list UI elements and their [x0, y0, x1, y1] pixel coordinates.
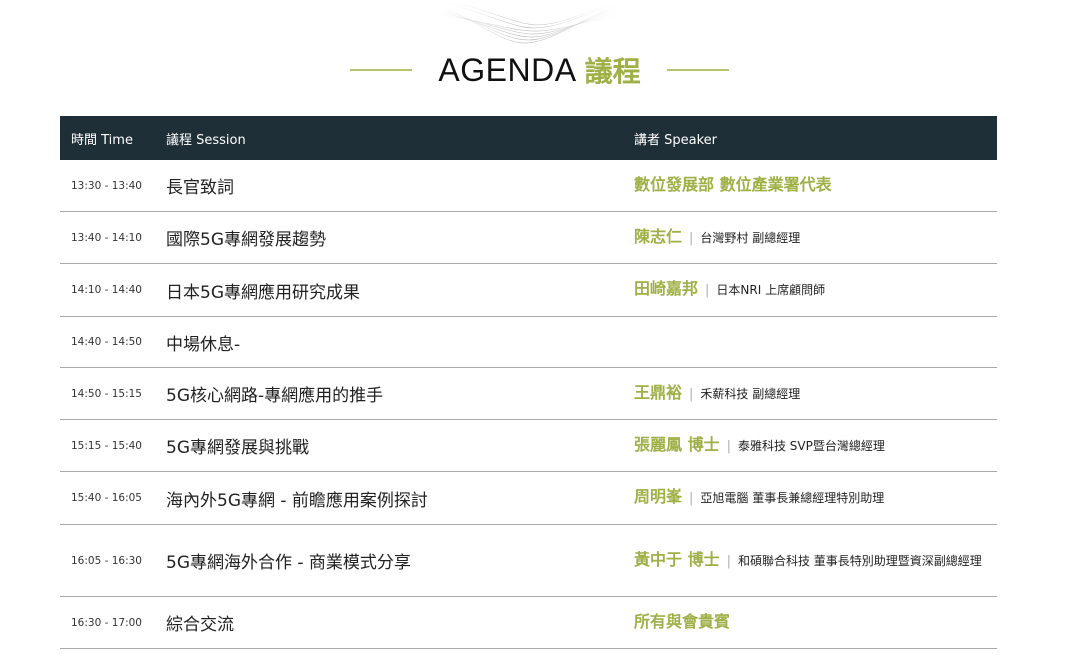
- table-row: 13:40 - 14:10 國際5G專網發展趨勢 陳志仁 | 台灣野村 副總經理: [60, 212, 997, 264]
- speaker-title: 和碩聯合科技 董事長特別助理暨資深副總經理: [737, 553, 982, 568]
- row-session: 中場休息-: [166, 334, 241, 355]
- row-session: 綜合交流: [166, 615, 234, 635]
- speaker-name: 黃中于 博士: [634, 549, 720, 569]
- row-speaker: 陳志仁 | 台灣野村 副總經理: [634, 227, 997, 249]
- speaker-name: 周明峯: [634, 487, 683, 506]
- header-speaker: 講者 Speaker: [634, 132, 718, 148]
- row-time: 16:30 - 17:00: [71, 616, 142, 629]
- table-row: 15:15 - 15:40 5G專網發展與挑戰 張麗鳳 博士 | 泰雅科技 SVP暨…: [60, 420, 997, 472]
- table-header: 時間 Time 議程 Session 講者 Speaker: [60, 116, 997, 160]
- speaker-title: 禾薪科技 副總經理: [700, 386, 801, 401]
- row-time: 15:15 - 15:40: [71, 439, 142, 452]
- row-speaker: 所有與會貴賓: [634, 612, 997, 633]
- table-row: 16:30 - 17:00 綜合交流 所有與會貴賓: [60, 597, 997, 649]
- heading-title-en: AGENDA: [438, 51, 577, 88]
- table-row: 16:05 - 16:30 5G專網海外合作 - 商業模式分享 黃中于 博士 | 和…: [60, 525, 997, 597]
- row-time: 14:40 - 14:50: [71, 336, 142, 348]
- row-speaker: 數位發展部 數位產業署代表: [634, 175, 997, 196]
- row-session: 長官致詞: [166, 178, 234, 198]
- row-speaker: 王鼎裕 | 禾薪科技 副總經理: [634, 383, 997, 405]
- heading-right-rule: [666, 69, 729, 71]
- speaker-name: 數位發展部 數位產業署代表: [634, 175, 832, 194]
- speaker-title: 亞旭電腦 董事長兼總經理特別助理: [700, 491, 885, 505]
- speaker-title: 台灣野村 副總經理: [700, 230, 801, 245]
- row-session: 日本5G專網應用研究成果: [166, 282, 360, 303]
- speaker-name: 陳志仁: [634, 226, 683, 246]
- speaker-separator: |: [705, 283, 710, 298]
- agenda-page: AGENDA 議程 時間 Time 議程 Session 講者 Speaker …: [0, 0, 1079, 658]
- agenda-heading: AGENDA 議程: [0, 48, 1079, 92]
- row-session: 海內外5G專網 - 前瞻應用案例探討: [166, 490, 428, 511]
- heading-left-rule: [350, 69, 413, 71]
- row-time: 16:05 - 16:30: [71, 554, 142, 567]
- speaker-name: 所有與會貴賓: [634, 612, 731, 631]
- header-session: 議程 Session: [166, 132, 246, 148]
- row-time: 14:50 - 15:15: [71, 387, 142, 400]
- table-row: 14:10 - 14:40 日本5G專網應用研究成果 田崎嘉邦 | 日本NRI 上席…: [60, 264, 997, 317]
- row-time: 15:40 - 16:05: [71, 492, 142, 504]
- row-speaker: 張麗鳳 博士 | 泰雅科技 SVP暨台灣總經理: [634, 435, 997, 457]
- speaker-title: 日本NRI 上席顧問師: [716, 283, 826, 297]
- speaker-separator: |: [726, 553, 731, 569]
- row-speaker: 黃中于 博士 | 和碩聯合科技 董事長特別助理暨資深副總經理: [634, 550, 997, 572]
- speaker-separator: |: [689, 386, 694, 402]
- row-session: 5G專網發展與挑戰: [166, 438, 309, 458]
- speaker-separator: |: [726, 438, 731, 454]
- row-time: 13:30 - 13:40: [71, 179, 142, 192]
- row-time: 13:40 - 14:10: [71, 231, 142, 244]
- table-row: 15:40 - 16:05 海內外5G專網 - 前瞻應用案例探討 周明峯 | 亞旭電…: [60, 472, 997, 525]
- row-session: 國際5G專網發展趨勢: [166, 230, 326, 250]
- row-speaker: 田崎嘉邦 | 日本NRI 上席顧問師: [634, 279, 997, 301]
- speaker-name: 王鼎裕: [634, 382, 683, 402]
- speaker-separator: |: [689, 491, 694, 506]
- table-row: 13:30 - 13:40 長官致詞 數位發展部 數位產業署代表: [60, 160, 997, 212]
- row-time: 14:10 - 14:40: [71, 284, 142, 296]
- wave-decoration: [418, 0, 638, 44]
- agenda-table: 時間 Time 議程 Session 講者 Speaker 13:30 - 13…: [60, 116, 997, 649]
- heading-title-zh: 議程: [584, 55, 641, 88]
- table-row: 14:50 - 15:15 5G核心網路-專網應用的推手 王鼎裕 | 禾薪科技 副總…: [60, 368, 997, 420]
- row-speaker: 周明峯 | 亞旭電腦 董事長兼總經理特別助理: [634, 487, 997, 509]
- speaker-separator: |: [689, 230, 694, 246]
- header-time: 時間 Time: [71, 132, 133, 148]
- speaker-name: 張麗鳳 博士: [634, 434, 720, 454]
- speaker-name: 田崎嘉邦: [634, 279, 699, 298]
- speaker-title: 泰雅科技 SVP暨台灣總經理: [737, 438, 885, 453]
- table-row: 14:40 - 14:50 中場休息-: [60, 317, 997, 368]
- row-session: 5G核心網路-專網應用的推手: [166, 386, 384, 406]
- row-session: 5G專網海外合作 - 商業模式分享: [166, 553, 411, 573]
